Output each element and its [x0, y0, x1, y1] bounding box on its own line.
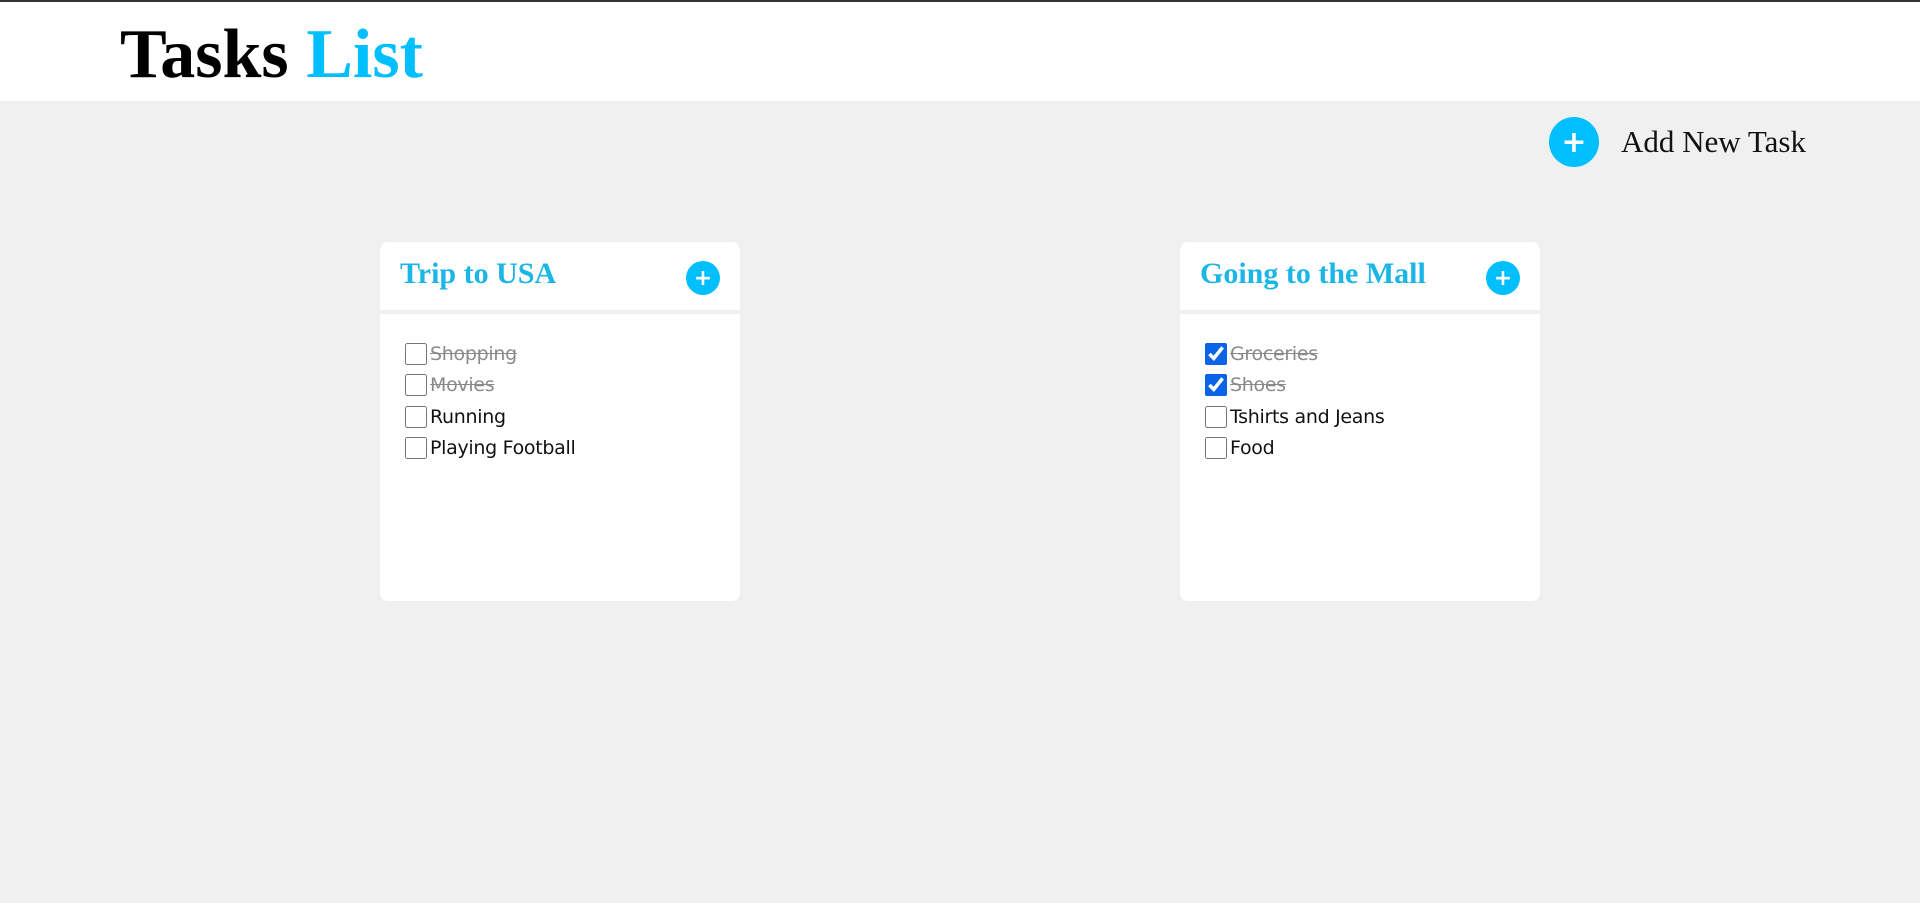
card-header: Trip to USA + — [380, 242, 740, 314]
task-label: Groceries — [1230, 342, 1318, 365]
task-label: Shopping — [430, 342, 517, 365]
task-item: Groceries — [1204, 338, 1540, 370]
task-checkbox[interactable] — [1205, 437, 1227, 460]
task-checkbox[interactable] — [405, 405, 427, 428]
task-item: Shoes — [1204, 370, 1540, 402]
task-label: Playing Football — [430, 437, 576, 460]
task-label: Food — [1230, 437, 1275, 460]
task-checkbox[interactable] — [1205, 374, 1227, 397]
task-checkbox[interactable] — [1205, 342, 1227, 365]
task-checkbox[interactable] — [405, 437, 427, 460]
task-label: Movies — [430, 374, 495, 397]
task-item: Playing Football — [404, 433, 740, 465]
add-task-to-list-button[interactable]: + — [1486, 261, 1520, 295]
app-header: Tasks List — [0, 2, 1920, 101]
task-list-card: Trip to USA + Shopping Movies Running Pl… — [380, 242, 740, 601]
task-item: Tshirts and Jeans — [1204, 401, 1540, 433]
task-items: Shopping Movies Running Playing Football — [380, 314, 740, 464]
task-items: Groceries Shoes Tshirts and Jeans Food — [1180, 314, 1540, 464]
task-item: Movies — [404, 370, 740, 402]
task-item: Running — [404, 401, 740, 433]
task-label: Running — [430, 405, 506, 428]
app-title-part1: Tasks — [120, 16, 289, 93]
plus-icon[interactable]: + — [1549, 117, 1599, 167]
card-header: Going to the Mall + — [1180, 242, 1540, 314]
task-checkbox[interactable] — [405, 342, 427, 365]
task-item: Shopping — [404, 338, 740, 370]
task-label: Tshirts and Jeans — [1230, 405, 1385, 428]
task-list-card: Going to the Mall + Groceries Shoes Tshi… — [1180, 242, 1540, 601]
add-new-task-button[interactable]: + Add New Task — [1549, 117, 1806, 167]
add-new-task-label[interactable]: Add New Task — [1621, 124, 1806, 160]
list-title: Going to the Mall — [1200, 257, 1426, 290]
add-task-to-list-button[interactable]: + — [686, 261, 720, 295]
task-checkbox[interactable] — [1205, 405, 1227, 428]
list-title: Trip to USA — [400, 257, 557, 290]
task-checkbox[interactable] — [405, 374, 427, 397]
task-label: Shoes — [1230, 374, 1286, 397]
app-title: Tasks List — [120, 16, 423, 94]
task-item: Food — [1204, 433, 1540, 465]
app-title-part2: List — [306, 16, 423, 93]
